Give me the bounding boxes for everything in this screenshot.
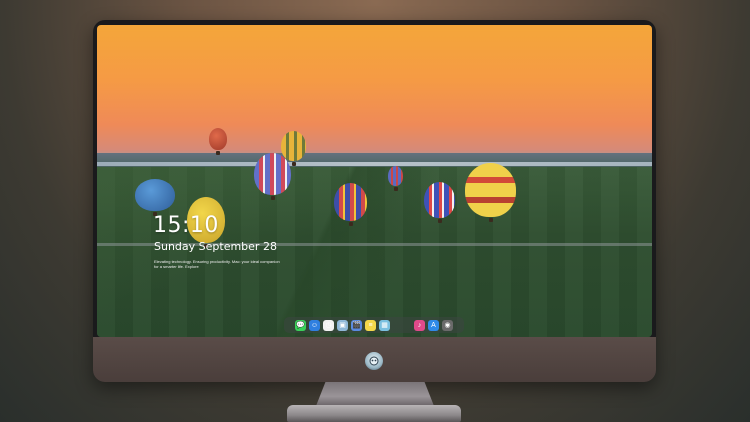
balloon — [281, 131, 306, 166]
balloon — [465, 163, 516, 222]
balloon — [424, 182, 455, 223]
preview-icon[interactable]: ▣ — [337, 319, 348, 331]
clock-icon[interactable]: ◷ — [323, 319, 334, 331]
monitor-stand-neck — [316, 382, 434, 406]
monitor: 15:10 Sunday September 28 Elevating tech… — [93, 20, 656, 382]
music-icon[interactable]: ♪ — [414, 319, 425, 331]
lockscreen-date: Sunday September 28 — [154, 240, 277, 253]
messages-icon[interactable]: 💬 — [295, 319, 306, 331]
balloon — [135, 179, 175, 216]
balloon — [254, 153, 291, 200]
balloon — [388, 166, 403, 191]
dock: 💬 ☺ ◷ ▣ 🎬 ≡ ▦ ♪ A ◉ — [284, 317, 464, 333]
balloon — [334, 183, 367, 226]
photos-icon[interactable]: ▦ — [379, 319, 390, 331]
clapper-icon[interactable]: 🎬 — [351, 319, 362, 331]
robot-icon — [369, 356, 379, 366]
finder-icon[interactable]: ☺ — [309, 319, 320, 331]
river — [97, 162, 652, 166]
brand-logo-icon — [365, 352, 383, 370]
dock-separator — [393, 320, 411, 331]
camera-icon[interactable]: ◉ — [442, 319, 453, 331]
appstore-icon[interactable]: A — [428, 319, 439, 331]
balloon — [209, 128, 227, 155]
desktop-screen: 15:10 Sunday September 28 Elevating tech… — [97, 25, 652, 337]
monitor-stand-foot — [287, 405, 461, 422]
lockscreen-tagline: Elevating technology. Ensuring productiv… — [154, 259, 280, 269]
lockscreen-time: 15:10 — [153, 213, 219, 238]
notes-icon[interactable]: ≡ — [365, 319, 376, 331]
